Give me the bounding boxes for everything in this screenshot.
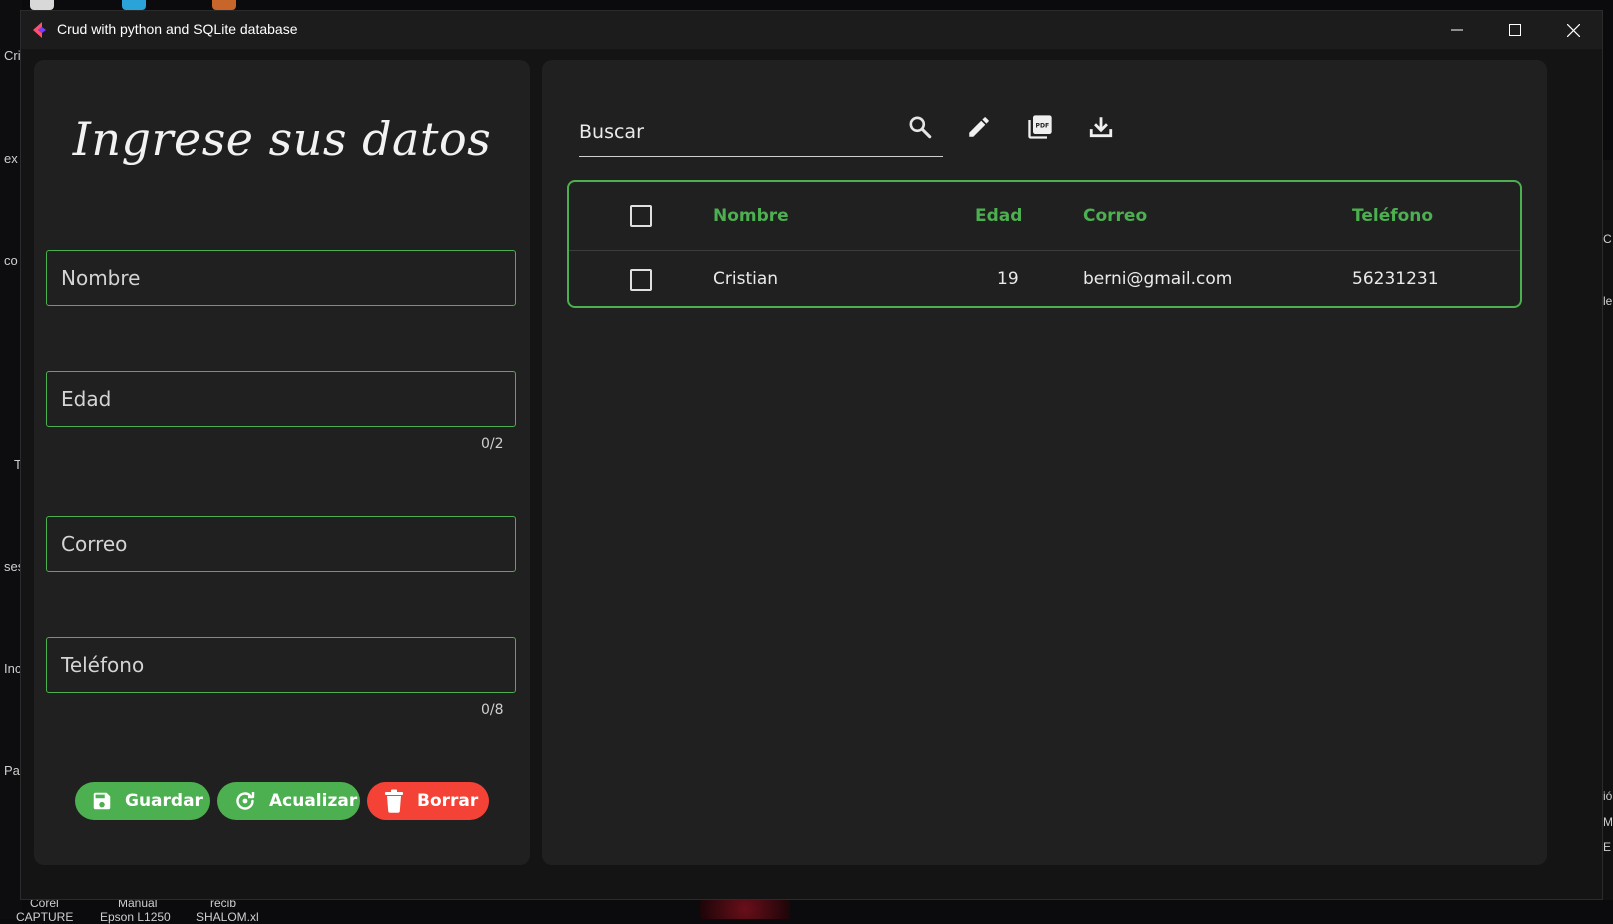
- close-button[interactable]: [1544, 11, 1602, 49]
- cell-correo: berni@gmail.com: [1083, 269, 1233, 289]
- borrar-label: Borrar: [417, 791, 479, 811]
- window-title: Crud with python and SQLite database: [57, 21, 298, 37]
- app-window: Crud with python and SQLite database Ing…: [20, 10, 1603, 900]
- select-all-checkbox[interactable]: [630, 205, 652, 227]
- form-heading: Ingrese sus datos: [72, 112, 492, 166]
- desktop-left-strip: Cri ex co T ses Inc Pa: [0, 0, 24, 919]
- minimize-button[interactable]: [1428, 11, 1486, 49]
- desktop-icon-label: SHALOM.xl: [196, 910, 259, 924]
- actualizar-label: Acualizar: [269, 791, 358, 811]
- download-icon[interactable]: [1084, 110, 1118, 144]
- row-checkbox[interactable]: [630, 269, 652, 291]
- desktop-text-fragment: ió: [1603, 789, 1613, 803]
- borrar-button[interactable]: Borrar: [367, 782, 489, 820]
- cell-telefono: 56231231: [1352, 269, 1439, 289]
- desktop-icon-fragment: [122, 0, 146, 10]
- close-icon: [1566, 23, 1580, 37]
- guardar-button[interactable]: Guardar: [75, 782, 210, 820]
- records-panel: PDF Nombre Edad Correo Teléfono Cristian…: [542, 60, 1547, 865]
- desktop-icon-label: CAPTURE: [16, 910, 74, 924]
- desktop-text-fragment: Inc: [4, 661, 22, 676]
- desktop-text-fragment: le: [1603, 294, 1613, 308]
- desktop-text-fragment: Cri: [4, 48, 21, 63]
- maximize-icon: [1509, 24, 1521, 36]
- desktop-text-fragment: M: [1603, 815, 1613, 829]
- desktop-wallpaper-fragment: [700, 898, 790, 919]
- cell-edad: 19: [997, 269, 1019, 289]
- column-header-edad[interactable]: Edad: [975, 206, 1022, 226]
- search-input[interactable]: [579, 112, 899, 152]
- desktop-text-fragment: C: [1603, 232, 1612, 246]
- save-icon: [91, 789, 113, 813]
- actualizar-button[interactable]: Acualizar: [217, 782, 360, 820]
- desktop-text-fragment: Pa: [4, 763, 20, 778]
- title-bar[interactable]: Crud with python and SQLite database: [21, 11, 1602, 49]
- column-header-correo[interactable]: Correo: [1083, 206, 1147, 226]
- data-table: Nombre Edad Correo Teléfono Cristian 19 …: [567, 180, 1522, 308]
- search-icon[interactable]: [907, 114, 933, 144]
- desktop-text-fragment: E: [1603, 840, 1612, 854]
- desktop-icon-fragment: [30, 0, 54, 10]
- telefono-field[interactable]: [46, 637, 516, 693]
- svg-text:PDF: PDF: [1036, 123, 1050, 130]
- guardar-label: Guardar: [125, 791, 203, 811]
- nombre-input[interactable]: [47, 251, 515, 305]
- edad-field[interactable]: [46, 371, 516, 427]
- pdf-icon[interactable]: PDF: [1023, 110, 1057, 144]
- telefono-counter: 0/8: [481, 702, 504, 718]
- trash-icon: [383, 789, 405, 813]
- minimize-icon: [1451, 29, 1463, 31]
- desktop-text-fragment: co: [4, 253, 18, 268]
- desktop-icon-label: Epson L1250: [100, 910, 171, 924]
- correo-input[interactable]: [47, 517, 515, 571]
- table-header: Nombre Edad Correo Teléfono: [569, 182, 1520, 251]
- telefono-input[interactable]: [47, 638, 515, 692]
- edad-input[interactable]: [47, 372, 515, 426]
- cell-nombre: Cristian: [713, 269, 779, 289]
- column-header-telefono[interactable]: Teléfono: [1352, 206, 1433, 226]
- flet-app-icon: [33, 22, 47, 38]
- desktop-icon-fragment: [212, 0, 236, 10]
- edit-icon[interactable]: [962, 110, 996, 144]
- desktop-text-fragment: ex: [4, 151, 18, 166]
- maximize-button[interactable]: [1486, 11, 1544, 49]
- nombre-field[interactable]: [46, 250, 516, 306]
- correo-field[interactable]: [46, 516, 516, 572]
- search-field[interactable]: [579, 112, 943, 157]
- table-row[interactable]: Cristian 19 berni@gmail.com 56231231: [569, 251, 1520, 307]
- column-header-nombre[interactable]: Nombre: [713, 206, 789, 226]
- edad-counter: 0/2: [481, 436, 504, 452]
- form-panel: Ingrese sus datos 0/2 0/8 Guardar Acuali…: [34, 60, 530, 865]
- refresh-icon: [233, 789, 257, 813]
